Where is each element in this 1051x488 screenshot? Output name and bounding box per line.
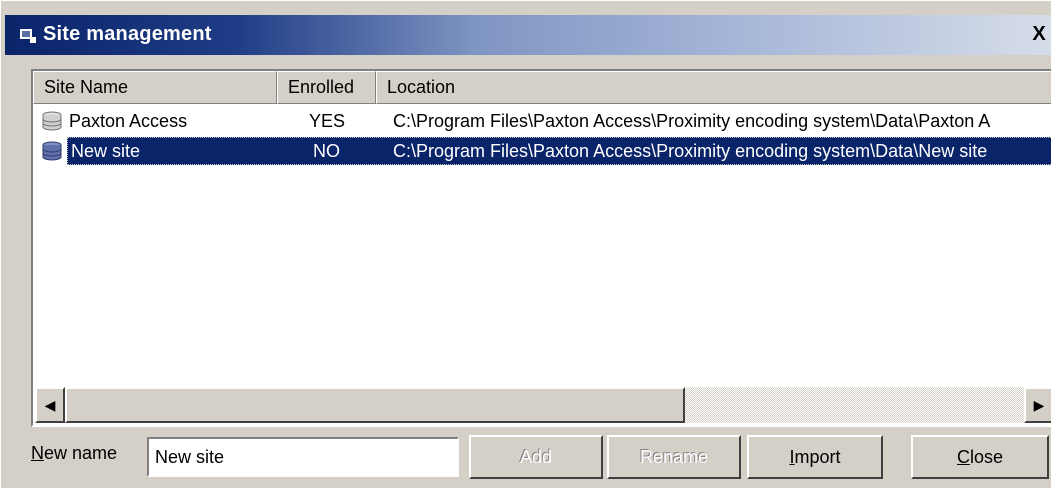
rename-button[interactable]: Rename bbox=[607, 435, 741, 479]
import-button[interactable]: Import bbox=[747, 435, 883, 479]
close-button[interactable]: Close bbox=[911, 435, 1049, 479]
column-header-site-name[interactable]: Site Name bbox=[33, 71, 277, 104]
site-row[interactable]: Paxton Access YES C:\Program Files\Paxto… bbox=[39, 107, 1049, 135]
scroll-thumb[interactable] bbox=[65, 387, 685, 423]
location-cell: C:\Program Files\Paxton Access\Proximity… bbox=[393, 141, 988, 161]
database-icon bbox=[42, 141, 62, 161]
enrolled-cell: YES bbox=[309, 111, 346, 131]
database-icon bbox=[42, 111, 62, 131]
new-name-label-text: ew name bbox=[44, 443, 118, 463]
window-title: Site management bbox=[43, 23, 212, 45]
site-management-window: Site management X Site Name Enrolled Loc… bbox=[0, 0, 1051, 488]
close-label: lose bbox=[969, 447, 1004, 467]
list-header: Site Name Enrolled Location bbox=[33, 71, 1051, 104]
close-mnemonic: C bbox=[956, 447, 970, 467]
app-icon bbox=[20, 29, 36, 43]
column-header-location[interactable]: Location bbox=[376, 71, 1051, 104]
new-name-input[interactable] bbox=[147, 437, 459, 477]
scroll-left-button[interactable]: ◀ bbox=[35, 387, 65, 423]
site-row[interactable]: New site NO C:\Program Files\Paxton Acce… bbox=[39, 137, 1051, 165]
horizontal-scrollbar[interactable]: ◀ ▶ bbox=[35, 387, 1051, 423]
title-bar[interactable]: Site management X bbox=[5, 15, 1051, 55]
import-label: mport bbox=[794, 447, 841, 467]
enrolled-cell: NO bbox=[313, 141, 340, 161]
add-button[interactable]: Add bbox=[469, 435, 603, 479]
site-list[interactable]: Site Name Enrolled Location Paxton Acces… bbox=[31, 69, 1051, 427]
site-name-cell: Paxton Access bbox=[69, 111, 188, 131]
scroll-right-button[interactable]: ▶ bbox=[1024, 387, 1051, 423]
column-header-enrolled[interactable]: Enrolled bbox=[277, 71, 376, 104]
location-cell: C:\Program Files\Paxton Access\Proximity… bbox=[393, 111, 991, 131]
site-name-cell: New site bbox=[71, 141, 141, 161]
new-name-label-mnemonic: N bbox=[31, 443, 44, 463]
new-name-label: New name bbox=[31, 443, 117, 464]
close-window-icon[interactable]: X bbox=[1030, 23, 1048, 45]
